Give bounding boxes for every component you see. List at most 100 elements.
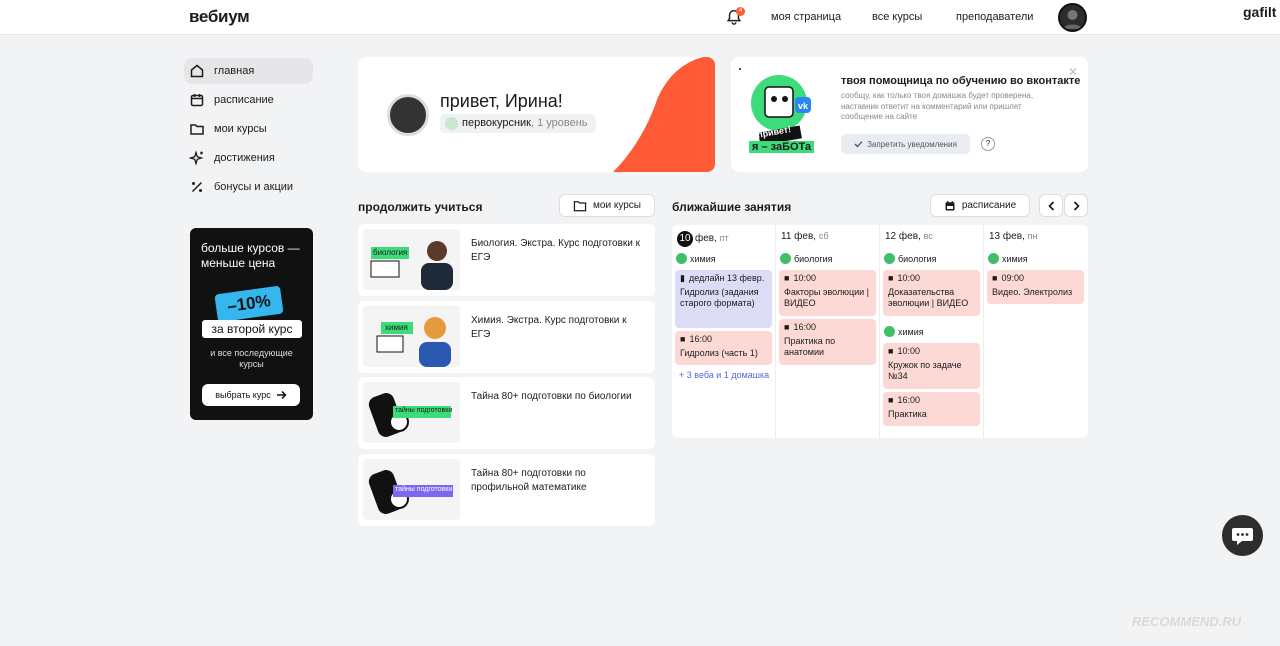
lesson-event[interactable]: ■ 10:00 Доказательства эволюции | ВИДЕО	[883, 270, 980, 316]
chat-icon	[1232, 528, 1253, 545]
course-card[interactable]: биология Биология. Экстра. Курс подготов…	[358, 224, 655, 296]
subject-name: биология	[794, 253, 833, 264]
lesson-event[interactable]: ▮ дедлайн 13 февр. Гидролиз (задания стар…	[675, 270, 772, 328]
promo-title: больше курсов — меньше цена	[201, 241, 300, 270]
folder-icon	[573, 200, 587, 211]
avatar[interactable]	[1058, 3, 1087, 32]
video-icon: ■	[992, 273, 998, 283]
schedule-button[interactable]: расписание	[930, 194, 1030, 217]
prev-week-button[interactable]	[1039, 194, 1063, 217]
svg-text:vk: vk	[798, 101, 809, 111]
video-icon: ■	[888, 346, 894, 356]
course-card[interactable]: тайны подготовки Тайна 80+ подготовки по…	[358, 377, 655, 449]
choose-course-label: выбрать курс	[215, 390, 271, 400]
event-title: Доказательства эволюции | ВИДЕО	[888, 286, 969, 309]
my-courses-button[interactable]: мои курсы	[559, 194, 655, 217]
sidebar-item-home[interactable]: главная	[184, 58, 313, 84]
event-title: Практика	[888, 408, 927, 419]
choose-course-button[interactable]: выбрать курс	[202, 384, 300, 406]
event-title: Кружок по задаче №34	[888, 359, 962, 382]
bot-card: vk привет! я – заБОТа твоя помощница по …	[731, 57, 1088, 172]
next-week-button[interactable]	[1064, 194, 1088, 217]
disable-notifications-button[interactable]: Запретить уведомления	[841, 134, 970, 154]
sidebar-item-my-courses[interactable]: мои курсы	[184, 116, 313, 142]
user-avatar[interactable]	[387, 94, 429, 136]
percent-icon	[191, 181, 203, 193]
course-tag: химия	[385, 323, 408, 332]
username: gafilt	[1243, 4, 1277, 20]
close-icon[interactable]: ✕	[1068, 65, 1078, 79]
logo[interactable]: вебиум	[189, 7, 250, 27]
level-name: первокурсник	[462, 117, 531, 129]
lesson-event[interactable]: ■ 16:00 Практика	[883, 392, 980, 426]
nav-all-courses[interactable]: все курсы	[872, 11, 922, 23]
event-time: дедлайн 13 февр.	[688, 273, 765, 283]
sidebar-item-bonuses[interactable]: бонусы и акции	[184, 174, 313, 200]
schedule-label: расписание	[961, 200, 1017, 211]
chevron-left-icon	[1047, 200, 1054, 211]
promo-tag: за второй курс	[202, 320, 302, 338]
course-card[interactable]: тайны подготовки Тайна 80+ подготовки по…	[358, 454, 655, 526]
greeting-text: привет, Ирина!	[440, 91, 563, 111]
level-value: , 1 уровень	[531, 117, 588, 129]
continue-learning-title: продолжить учиться	[358, 200, 483, 214]
notification-badge: 4	[736, 7, 745, 16]
sidebar-item-schedule[interactable]: расписание	[184, 87, 313, 113]
course-thumbnail: тайны подготовки	[363, 382, 460, 443]
lesson-event[interactable]: ■ 10:00 Кружок по задаче №34	[883, 343, 980, 389]
bot-description: сообщу, как только твоя домашка будет пр…	[841, 91, 1034, 121]
sidebar-item-achievements[interactable]: достижения	[184, 145, 313, 171]
day-number: 10	[677, 231, 693, 247]
level-icon	[445, 117, 458, 130]
course-title: Тайна 80+ подготовки по профильной матем…	[471, 468, 587, 493]
sidebar-item-label: главная	[214, 65, 255, 77]
promo-banner: больше курсов — меньше цена –10% за втор…	[190, 228, 313, 420]
subject-label: химия	[884, 326, 924, 337]
video-icon: ■	[888, 273, 894, 283]
event-title: Факторы эволюции | ВИДЕО	[784, 286, 870, 309]
schedule-grid: 10 фев, пт химия ▮ дедлайн 13 февр. Гидрол…	[672, 225, 1088, 438]
day-number: 11	[781, 231, 792, 242]
lesson-event[interactable]: ■ 10:00 Факторы эволюции | ВИДЕО	[779, 270, 876, 316]
upcoming-lessons-title: ближайшие занятия	[672, 200, 792, 214]
user-level-badge[interactable]: первокурсник, 1 уровень	[440, 114, 596, 133]
video-icon: ■	[784, 273, 790, 283]
event-time: 16:00	[793, 322, 816, 332]
my-courses-label: мои курсы	[593, 200, 641, 211]
day-number: 12	[885, 231, 897, 242]
event-time: 16:00	[897, 395, 920, 405]
calendar-icon	[190, 94, 204, 107]
greeting-card: привет, Ирина! первокурсник, 1 уровень	[358, 57, 715, 172]
day-header: 11 фев, сб	[781, 231, 829, 242]
lesson-event[interactable]: ■ 16:00 Практика по анатомии	[779, 319, 876, 365]
calendar-icon	[945, 200, 955, 210]
promo-discount: –10%	[214, 285, 284, 323]
check-icon	[854, 141, 863, 148]
lesson-event[interactable]: ■ 16:00 Гидролиз (часть 1)	[675, 331, 772, 365]
video-icon: ■	[888, 395, 894, 405]
subject-label: биология	[884, 253, 937, 264]
sidebar-item-label: расписание	[214, 94, 274, 106]
lesson-event[interactable]: ■ 09:00 Видео. Электролиз	[987, 270, 1084, 304]
more-events-link[interactable]: + 3 веба и 1 домашка	[679, 370, 769, 380]
nav-my-page[interactable]: моя страница	[771, 11, 841, 23]
event-title: Гидролиз (задания старого формата)	[680, 286, 759, 309]
event-time: 10:00	[793, 273, 816, 283]
day-month: фев,	[695, 233, 717, 244]
help-icon[interactable]: ?	[981, 137, 995, 151]
biology-icon	[780, 253, 791, 264]
nav-teachers[interactable]: преподаватели	[956, 11, 1033, 23]
subject-label: биология	[780, 253, 833, 264]
schedule-day: 10 фев, пт химия ▮ дедлайн 13 февр. Гидрол…	[672, 225, 776, 438]
subject-name: химия	[898, 326, 924, 337]
top-header: вебиум 4 моя страница все курсы преподав…	[0, 0, 1280, 35]
bot-title: твоя помощница по обучению во вконтакте	[841, 75, 1081, 87]
day-of-week: пн	[1027, 231, 1038, 241]
event-title: Видео. Электролиз	[992, 286, 1073, 297]
course-card[interactable]: химия Химия. Экстра. Курс подготовки к Е…	[358, 301, 655, 373]
home-icon	[190, 64, 204, 78]
course-tag: тайны подготовки	[395, 486, 453, 493]
course-title: Химия. Экстра. Курс подготовки к ЕГЭ	[471, 315, 627, 340]
video-icon: ■	[784, 322, 790, 332]
chat-button[interactable]	[1222, 515, 1263, 556]
